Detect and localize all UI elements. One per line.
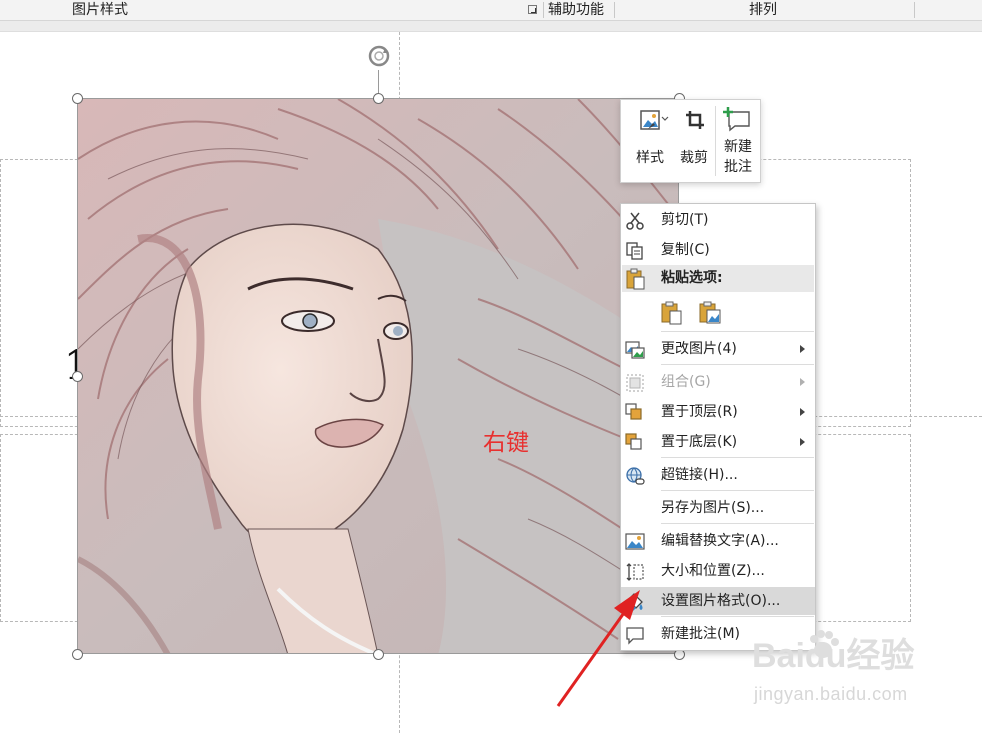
watermark-brand: Baidu经验	[752, 637, 915, 675]
red-pointer-arrow	[556, 590, 640, 707]
baidu-jingyan-watermark: Baidu经验 jingyan.baidu.com	[752, 628, 932, 710]
watermark-url: jingyan.baidu.com	[754, 684, 908, 704]
